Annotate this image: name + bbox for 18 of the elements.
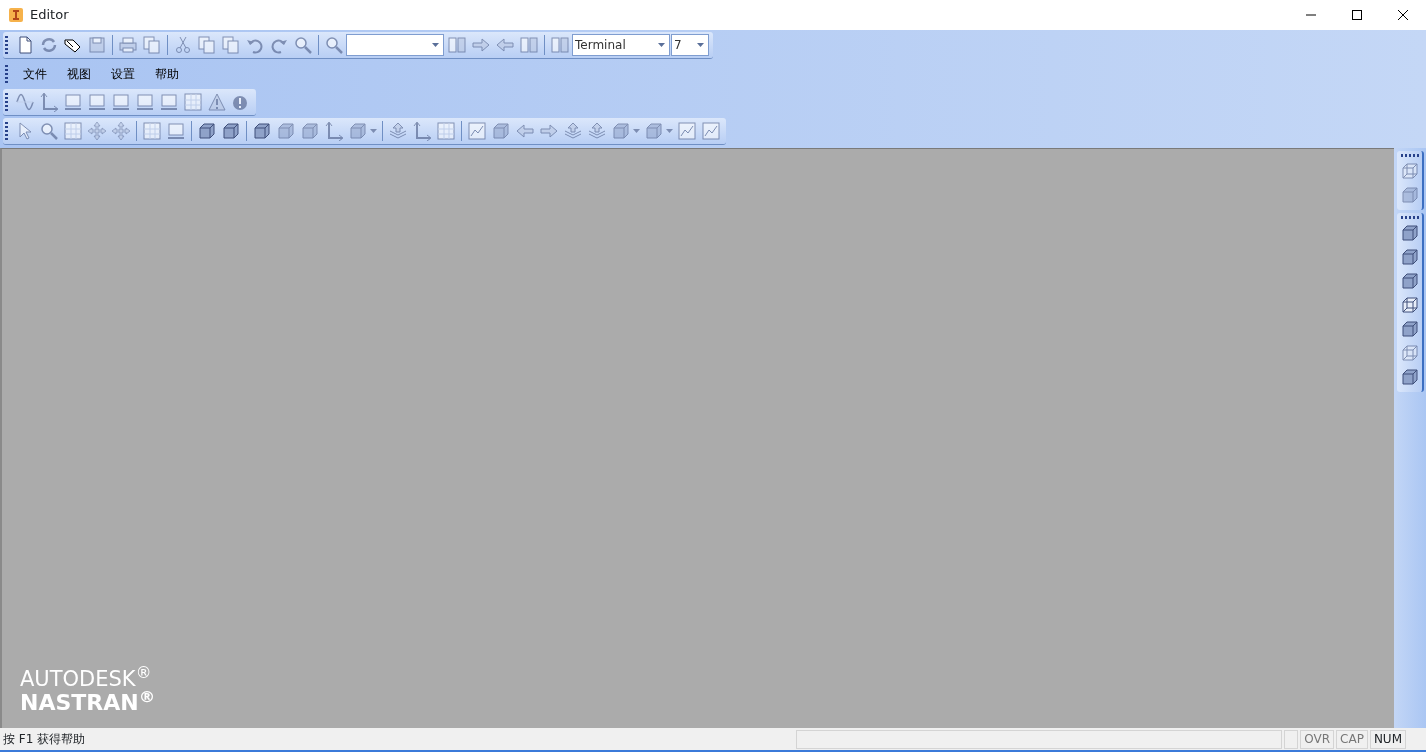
caret-icon[interactable] [432, 43, 439, 47]
dropdown-field[interactable]: Terminal [572, 34, 670, 56]
status-indicator: OVR [1300, 729, 1335, 749]
status-message: 按 F1 获得帮助 [2, 731, 86, 748]
status-indicator: CAP [1336, 729, 1368, 749]
caret-icon[interactable] [697, 43, 704, 47]
menu-item[interactable]: 帮助 [145, 63, 189, 85]
menu-item[interactable]: 文件 [13, 63, 57, 85]
logo-text: AUTODESK$^{®}$ [20, 667, 152, 691]
status-indicator: NUM [1369, 729, 1406, 749]
app-icon [8, 7, 24, 23]
dropdown-field[interactable]: 7 [671, 34, 709, 56]
menu-item[interactable]: 设置 [101, 63, 145, 85]
dropdown-field[interactable] [346, 34, 444, 56]
caret-icon[interactable] [658, 43, 665, 47]
menu-item[interactable]: 视图 [57, 63, 101, 85]
logo-text: NASTRAN$^{®}$ [20, 690, 156, 714]
window-title: Editor [30, 6, 69, 25]
